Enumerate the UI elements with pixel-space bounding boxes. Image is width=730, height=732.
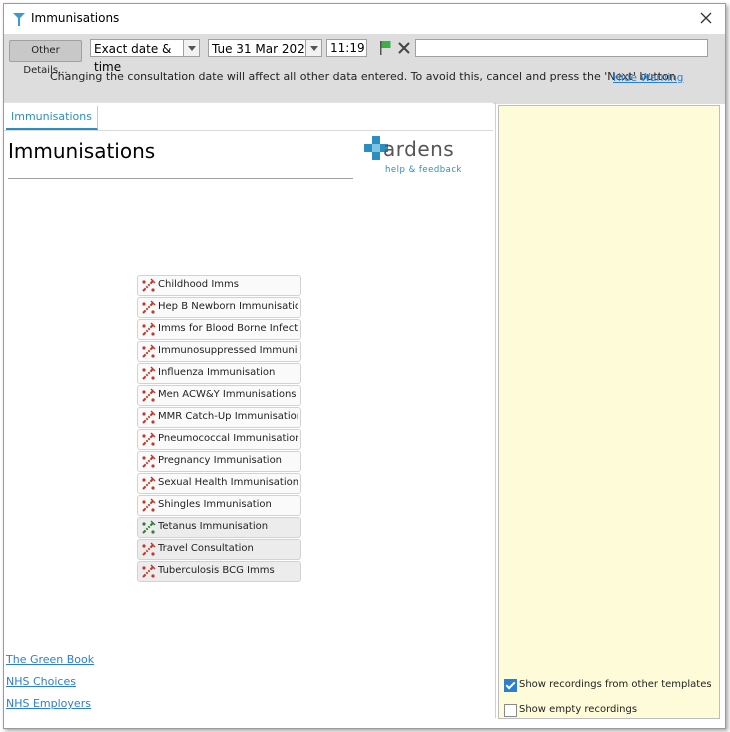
window: Immunisations Other Details... Exact dat… (3, 3, 726, 729)
heading-divider (8, 178, 353, 179)
app-icon (13, 13, 25, 26)
other-details-button[interactable]: Other Details... (9, 40, 82, 76)
syringe-red-icon (141, 366, 156, 381)
syringe-red-icon (141, 322, 156, 337)
flag-icon[interactable] (378, 40, 392, 56)
syringe-red-icon (141, 432, 156, 447)
show-empty-label: Show empty recordings (519, 704, 638, 715)
syringe-red-icon (141, 410, 156, 425)
recordings-panel: Show recordings from other templates Sho… (498, 105, 720, 719)
consultation-toolbar: Other Details... Exact date & time Tue 3… (4, 34, 725, 90)
tab-immunisations[interactable]: Immunisations (6, 106, 98, 130)
list-item-label: Men ACW&Y Immunisations (158, 389, 297, 400)
help-feedback-link[interactable]: help & feedback (385, 165, 462, 175)
close-icon[interactable] (697, 9, 715, 27)
list-item-label: Tetanus Immunisation (158, 521, 269, 532)
chevron-down-icon[interactable] (305, 40, 321, 56)
list-item-label: Childhood Imms (158, 279, 239, 290)
syringe-red-icon (141, 498, 156, 513)
list-item[interactable]: Influenza Immunisation (137, 363, 301, 384)
show-empty-checkbox[interactable] (504, 704, 517, 717)
list-item-label: Shingles Immunisation (158, 499, 272, 510)
chevron-down-icon[interactable] (183, 40, 199, 56)
date-change-warning: Changing the consultation date will affe… (50, 70, 676, 83)
list-item[interactable]: Pneumococcal Immunisation (137, 429, 301, 450)
list-item[interactable]: Childhood Imms (137, 275, 301, 296)
syringe-red-icon (141, 344, 156, 359)
list-item-label: Travel Consultation (158, 543, 254, 554)
syringe-red-icon (141, 278, 156, 293)
list-item[interactable]: Pregnancy Immunisation (137, 451, 301, 472)
list-item-label: MMR Catch-Up Immunisation (158, 411, 298, 422)
window-title: Immunisations (31, 11, 120, 25)
notes-input[interactable] (415, 39, 708, 57)
list-item[interactable]: Travel Consultation (137, 539, 301, 560)
immunisation-list: Childhood Imms Hep B Newborn Immunisation… (137, 275, 301, 583)
title-bar: Immunisations (4, 4, 725, 34)
nhs-choices-link[interactable]: NHS Choices (6, 675, 76, 688)
time-input[interactable]: 11:19 (326, 39, 367, 57)
syringe-red-icon (141, 454, 156, 469)
hide-warning-link[interactable]: Hide Warning (613, 72, 683, 84)
date-mode-select[interactable]: Exact date & time (90, 39, 200, 74)
list-item[interactable]: Tuberculosis BCG Imms (137, 561, 301, 582)
syringe-red-icon (141, 476, 156, 491)
syringe-red-icon (141, 564, 156, 579)
list-item[interactable]: Tetanus Immunisation (137, 517, 301, 538)
list-item[interactable]: Imms for Blood Borne Infectio... (137, 319, 301, 340)
list-item[interactable]: Men ACW&Y Immunisations (137, 385, 301, 406)
list-item-label: Hep B Newborn Immunisation (158, 301, 298, 312)
green-book-link[interactable]: The Green Book (6, 653, 94, 666)
syringe-red-icon (141, 542, 156, 557)
list-item[interactable]: Shingles Immunisation (137, 495, 301, 516)
page-title: Immunisations (8, 139, 156, 163)
show-other-templates-checkbox[interactable] (504, 679, 517, 692)
list-item-label: Immunosuppressed Immunisa... (158, 345, 298, 356)
show-other-templates-label: Show recordings from other templates (519, 679, 712, 690)
syringe-red-icon (141, 388, 156, 403)
nhs-employers-link[interactable]: NHS Employers (6, 697, 91, 710)
list-item-label: Tuberculosis BCG Imms (158, 565, 275, 576)
date-select[interactable]: Tue 31 Mar 2020 (208, 39, 322, 57)
logo-text: ardens (383, 137, 455, 161)
list-item[interactable]: Sexual Health Immunisations (137, 473, 301, 494)
list-item-label: Pneumococcal Immunisation (158, 433, 298, 444)
ardens-logo[interactable]: ardens help & feedback (359, 133, 474, 183)
tab-strip: Immunisations (4, 103, 493, 131)
cancel-x-icon[interactable] (397, 41, 411, 55)
template-panel: Immunisations Immunisations ardens help … (4, 102, 493, 717)
list-item[interactable]: Hep B Newborn Immunisation (137, 297, 301, 318)
date-value: Tue 31 Mar 2020 (212, 42, 313, 56)
list-item-label: Imms for Blood Borne Infectio... (158, 323, 298, 334)
syringe-green-icon (141, 520, 156, 535)
list-item[interactable]: Immunosuppressed Immunisa... (137, 341, 301, 362)
list-item-label: Influenza Immunisation (158, 367, 276, 378)
panel-splitter[interactable] (495, 102, 496, 718)
syringe-red-icon (141, 300, 156, 315)
list-item[interactable]: MMR Catch-Up Immunisation (137, 407, 301, 428)
list-item-label: Pregnancy Immunisation (158, 455, 283, 466)
list-item-label: Sexual Health Immunisations (158, 477, 298, 488)
